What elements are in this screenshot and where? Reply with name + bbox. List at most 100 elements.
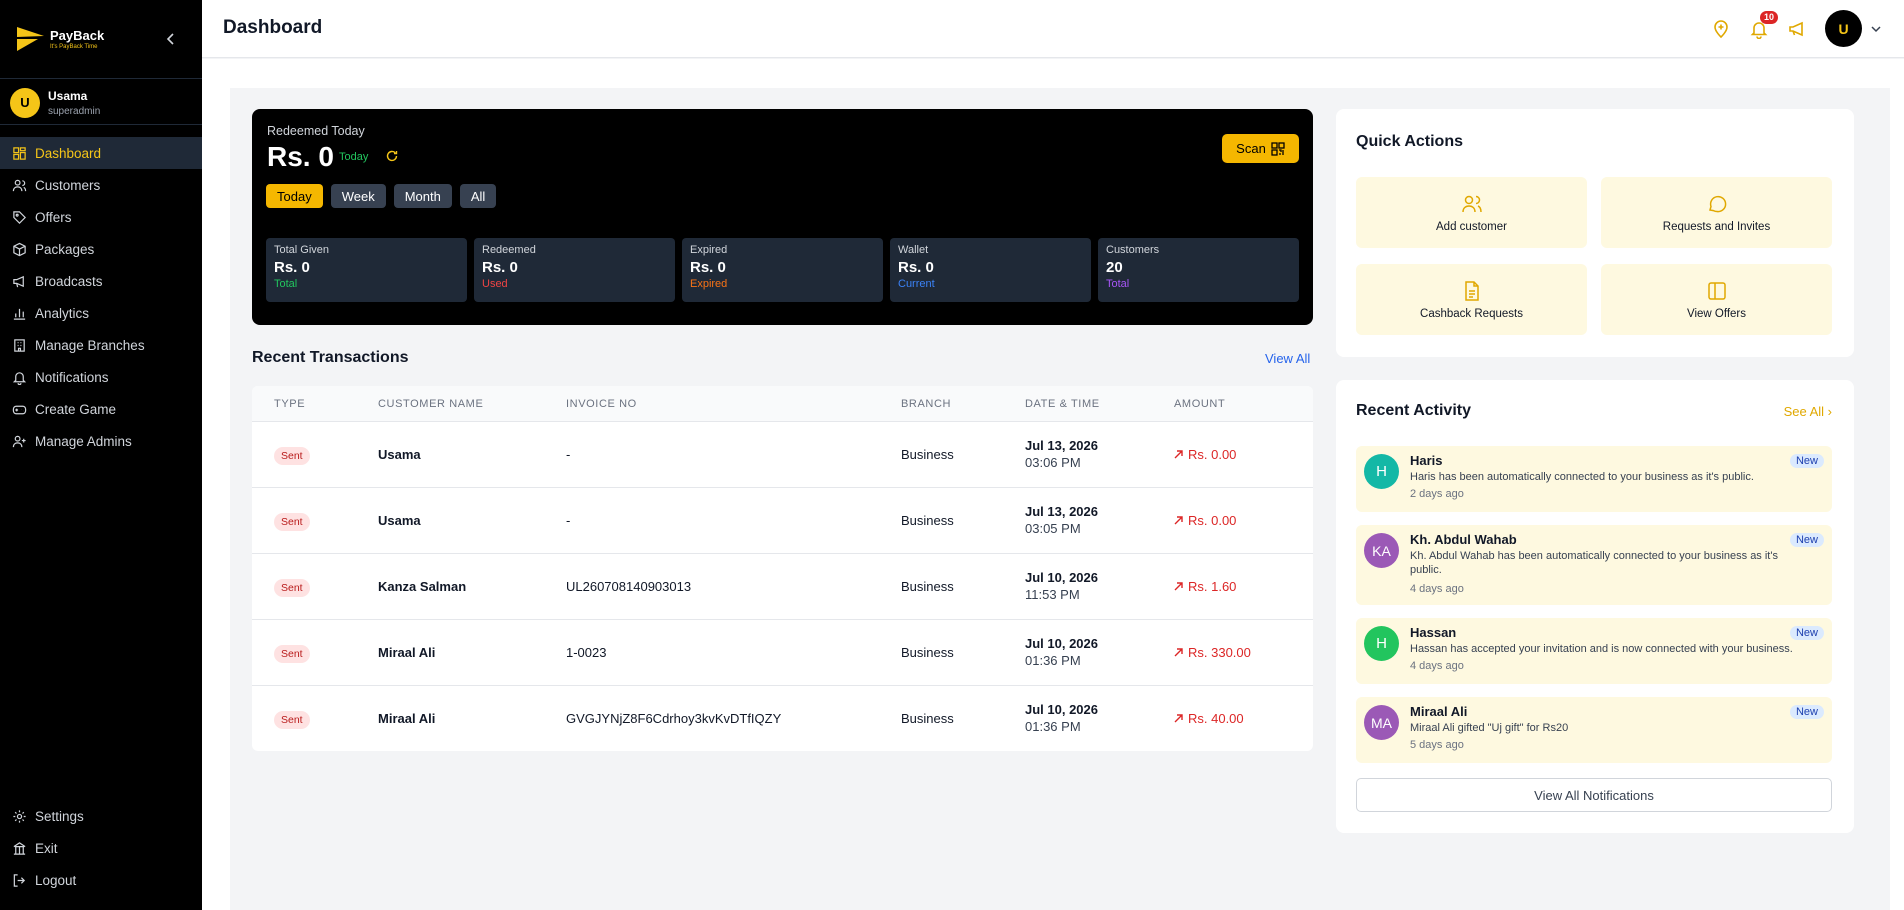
filter-today[interactable]: Today <box>266 184 323 208</box>
stat-label: Expired <box>690 244 728 256</box>
redeemed-amount: Rs. 0 <box>267 141 334 172</box>
transactions-table: TYPE CUSTOMER NAME INVOICE NO BRANCH DAT… <box>252 386 1313 751</box>
view-offers-button[interactable]: View Offers <box>1601 264 1832 335</box>
activity-item[interactable]: H Haris Haris has been automatically con… <box>1356 446 1832 512</box>
time: 03:05 PM <box>1025 521 1081 536</box>
avatar: H <box>1364 626 1399 661</box>
stat-value: Rs. 0 <box>482 259 518 276</box>
sidebar-item-logout[interactable]: Logout <box>0 864 202 896</box>
activity-item[interactable]: KA Kh. Abdul Wahab Kh. Abdul Wahab has b… <box>1356 525 1832 605</box>
date: Jul 13, 2026 <box>1025 504 1098 519</box>
sidebar-item-dashboard[interactable]: Dashboard <box>0 137 202 169</box>
table-row[interactable]: Sent Usama - Business Jul 13, 2026 03:06… <box>252 422 1313 488</box>
sidebar-item-notifications[interactable]: Notifications <box>0 361 202 393</box>
type-badge: Sent <box>274 711 310 729</box>
amount: Rs. 330.00 <box>1188 645 1251 660</box>
transactions-title: Recent Transactions <box>252 349 409 366</box>
grid-icon <box>13 146 26 160</box>
sidebar-item-create-game[interactable]: Create Game <box>0 393 202 425</box>
see-all-activity-link[interactable]: See All › <box>1784 404 1832 419</box>
table-row[interactable]: Sent Usama - Business Jul 13, 2026 03:05… <box>252 488 1313 554</box>
megaphone-icon <box>13 275 24 287</box>
customer-name: Miraal Ali <box>378 711 436 726</box>
activity-message: Kh. Abdul Wahab has been automatically c… <box>1410 550 1778 576</box>
stat-label: Wallet <box>898 244 929 256</box>
scan-button[interactable]: Scan <box>1222 134 1299 163</box>
avatar: KA <box>1364 533 1399 568</box>
sidebar-item-broadcasts[interactable]: Broadcasts <box>0 265 202 297</box>
location-add-icon[interactable] <box>1711 19 1731 39</box>
quick-actions-title: Quick Actions <box>1356 133 1463 150</box>
stat-redeemed: Redeemed Rs. 0 Used <box>474 238 675 302</box>
view-all-transactions-link[interactable]: View All <box>1265 351 1310 366</box>
sidebar-nav: Dashboard Customers Offers Packages Broa… <box>0 137 202 457</box>
qr-code-icon <box>1271 141 1285 156</box>
activity-time: 2 days ago <box>1410 488 1464 500</box>
view-all-notifications-button[interactable]: View All Notifications <box>1356 778 1832 812</box>
stat-wallet: Wallet Rs. 0 Current <box>890 238 1091 302</box>
users-icon <box>12 179 27 191</box>
gear-icon <box>13 809 26 823</box>
invoice-no: - <box>566 513 571 528</box>
user-role: superadmin <box>48 105 101 117</box>
sidebar-item-packages[interactable]: Packages <box>0 233 202 265</box>
stat-label: Total Given <box>274 244 330 256</box>
quick-action-label: Add customer <box>1436 220 1507 233</box>
filter-month[interactable]: Month <box>393 184 452 208</box>
layout-icon <box>1707 281 1726 300</box>
sidebar-item-customers[interactable]: Customers <box>0 169 202 201</box>
avatar[interactable]: U <box>1825 10 1862 47</box>
sidebar-item-analytics[interactable]: Analytics <box>0 297 202 329</box>
sidebar-item-manage-branches[interactable]: Manage Branches <box>0 329 202 361</box>
user-profile[interactable]: U Usama superadmin <box>0 81 202 125</box>
logo[interactable]: PayBack It's PayBack Time <box>0 0 202 79</box>
column-header: TYPE <box>274 398 306 410</box>
sidebar-item-manage-admins[interactable]: Manage Admins <box>0 425 202 457</box>
stat-total-given: Total Given Rs. 0 Total <box>266 238 467 302</box>
activity-time: 5 days ago <box>1410 739 1464 751</box>
add-customer-button[interactable]: Add customer <box>1356 177 1587 248</box>
building-icon <box>14 338 25 352</box>
sidebar-item-exit[interactable]: Exit <box>0 832 202 864</box>
invoice-no: - <box>566 447 571 462</box>
table-row[interactable]: Sent Miraal Ali 1-0023 Business Jul 10, … <box>252 620 1313 686</box>
recent-activity-panel: Recent Activity See All › H Haris Haris … <box>1336 380 1854 833</box>
activity-item[interactable]: MA Miraal Ali Miraal Ali gifted "Uj gift… <box>1356 697 1832 763</box>
notifications-button[interactable]: 10 <box>1749 10 1778 39</box>
time: 01:36 PM <box>1025 653 1081 668</box>
sidebar-item-label: Packages <box>35 241 95 257</box>
amount: Rs. 1.60 <box>1188 579 1237 594</box>
amount: Rs. 0.00 <box>1188 447 1237 462</box>
sidebar-item-label: Analytics <box>35 305 90 321</box>
stat-label: Customers <box>1106 244 1160 256</box>
type-badge: Sent <box>274 447 310 465</box>
chevron-left-icon[interactable] <box>164 32 178 46</box>
bell-icon <box>12 371 27 385</box>
sidebar-item-offers[interactable]: Offers <box>0 201 202 233</box>
filter-week[interactable]: Week <box>330 184 386 208</box>
activity-message: Haris has been automatically connected t… <box>1410 471 1754 483</box>
activity-item[interactable]: H Hassan Hassan has accepted your invita… <box>1356 618 1832 684</box>
column-header: INVOICE NO <box>566 398 637 410</box>
bank-icon <box>13 841 26 855</box>
activity-message: Hassan has accepted your invitation and … <box>1410 643 1793 655</box>
table-row[interactable]: Sent Miraal Ali GVGJYNjZ8F6Cdrhoy3kvKvDT… <box>252 686 1313 751</box>
new-badge: New <box>1789 626 1824 640</box>
column-header: CUSTOMER NAME <box>378 398 484 410</box>
chevron-down-icon[interactable] <box>1870 23 1882 35</box>
stat-sublabel: Expired <box>690 278 728 290</box>
invoice-no: GVGJYNjZ8F6Cdrhoy3kvKvDTfIQZY <box>566 711 782 726</box>
requests-and-invites-button[interactable]: Requests and Invites <box>1601 177 1832 248</box>
cashback-requests-button[interactable]: Cashback Requests <box>1356 264 1587 335</box>
page-title: Dashboard <box>223 17 323 38</box>
refresh-icon[interactable] <box>385 149 399 163</box>
quick-actions-panel: Quick Actions Add customer Requests and … <box>1336 109 1854 357</box>
sidebar-item-settings[interactable]: Settings <box>0 800 202 832</box>
filter-all[interactable]: All <box>459 184 497 208</box>
bar-chart-icon <box>13 308 26 320</box>
customer-name: Usama <box>378 513 421 528</box>
activity-name: Haris <box>1410 453 1443 468</box>
table-row[interactable]: Sent Kanza Salman UL260708140903013 Busi… <box>252 554 1313 620</box>
new-badge: New <box>1789 533 1824 547</box>
megaphone-icon[interactable] <box>1787 19 1807 39</box>
